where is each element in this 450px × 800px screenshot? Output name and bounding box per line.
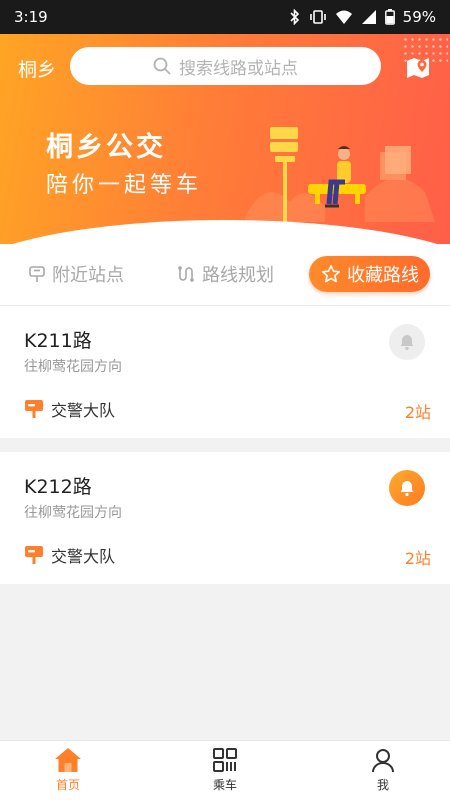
battery-level: 59% [402, 8, 436, 26]
stops-away: 2站 [404, 549, 431, 568]
stop-name: 交警大队 [51, 401, 116, 420]
nav-ride-label: 乘车 [212, 778, 237, 792]
bluetooth-icon [289, 9, 301, 25]
nav-me-label: 我 [376, 778, 389, 792]
tab-route-planning[interactable]: 路线规划 [176, 256, 274, 292]
bell-icon [400, 481, 414, 497]
route-direction: 往柳莺花园方向 [24, 359, 122, 375]
qr-code-icon [213, 748, 237, 772]
status-time: 3:19 [14, 8, 48, 26]
signal-icon [361, 9, 377, 25]
vibrate-icon [309, 9, 327, 25]
stop-name: 交警大队 [51, 547, 116, 566]
search-input[interactable]: 搜索线路或站点 [70, 47, 381, 85]
nav-home-label: 首页 [55, 778, 80, 792]
bell-icon [400, 335, 414, 351]
header-banner: 桐乡 搜索线路或站点 桐乡公交 陪你一起等车 [0, 34, 450, 244]
tab-favorite-label: 收藏路线 [347, 265, 419, 286]
user-icon [372, 749, 394, 773]
bus-stop-sign-icon [25, 400, 43, 418]
wifi-icon [335, 9, 353, 25]
battery-icon [384, 9, 395, 25]
route-icon [178, 266, 194, 282]
map-button[interactable] [404, 53, 432, 81]
function-tabs: 附近站点 路线规划 收藏路线 [0, 244, 450, 306]
search-icon [153, 57, 171, 75]
hero-subtitle: 陪你一起等车 [46, 173, 203, 198]
bus-stop-sign-icon [25, 546, 43, 564]
route-direction: 往柳莺花园方向 [24, 505, 122, 521]
nav-home[interactable]: 首页 [38, 747, 98, 793]
stop-info: 交警大队 [24, 543, 115, 567]
city-selector[interactable]: 桐乡 [18, 55, 56, 82]
status-bar: 3:19 59% [0, 0, 450, 34]
search-placeholder: 搜索线路或站点 [179, 58, 298, 79]
tab-nearby-label: 附近站点 [52, 265, 124, 286]
hero-title: 桐乡公交 [46, 132, 166, 163]
map-pin-icon [407, 58, 429, 78]
reminder-toggle-button[interactable] [389, 470, 425, 506]
bus-stop-illustration-icon [245, 127, 435, 229]
favorite-route-card[interactable]: K212路 往柳莺花园方向 交警大队 2站 [0, 452, 450, 584]
favorite-route-card[interactable]: K211路 往柳莺花园方向 交警大队 2站 [0, 306, 450, 438]
home-icon [55, 748, 81, 772]
nav-me[interactable]: 我 [353, 747, 413, 793]
tab-nearby-stops[interactable]: 附近站点 [28, 256, 124, 292]
status-icons: 59% [289, 8, 436, 26]
route-name: K211路 [24, 330, 92, 352]
bottom-navigation: 首页 乘车 我 [0, 740, 450, 800]
tab-favorite-routes[interactable]: 收藏路线 [309, 256, 430, 292]
reminder-toggle-button[interactable] [389, 324, 425, 360]
stop-info: 交警大队 [24, 397, 115, 421]
tab-route-label: 路线规划 [202, 265, 274, 286]
bus-stop-icon [29, 266, 45, 282]
route-name: K212路 [24, 476, 92, 498]
nav-ride[interactable]: 乘车 [195, 747, 255, 793]
stops-away: 2站 [404, 403, 431, 422]
star-icon [321, 265, 341, 283]
